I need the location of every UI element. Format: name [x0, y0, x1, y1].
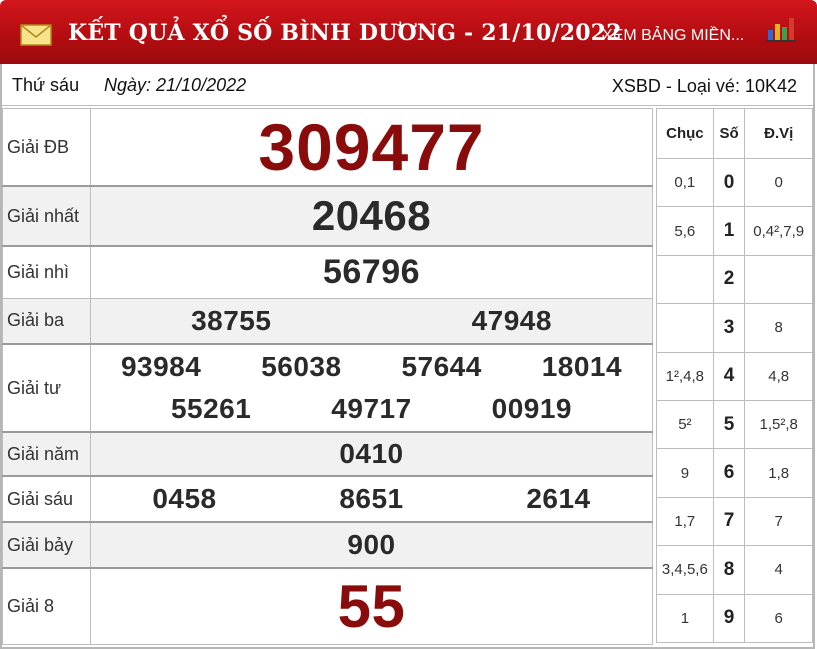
draw-date: Ngày: 21/10/2022: [104, 75, 247, 95]
loto-header-units: Đ.Vị: [744, 108, 813, 159]
prize-label: Giải ĐB: [2, 108, 91, 187]
loto-tens: 5,6: [656, 206, 714, 256]
prize-number: 900: [347, 529, 396, 560]
prize-number: 20468: [311, 192, 432, 239]
prize-number: 2614: [526, 483, 591, 514]
prize-number: 38755: [191, 304, 272, 336]
prize-number: 8651: [339, 483, 404, 514]
loto-row: 1²,4,8 4 4,8: [656, 351, 813, 401]
loto-tens: 9: [656, 448, 714, 498]
loto-table: Chục Số Đ.Vị 0,1 0 0 5,6 1 0,4²,7,9 2 38 1²,…: [656, 108, 813, 643]
loto-tens: [656, 254, 714, 305]
prize-number: 56038: [261, 351, 342, 382]
mail-icon: [20, 24, 52, 46]
loto-units: [744, 254, 813, 305]
loto-digit: 6: [723, 462, 735, 484]
prize-table: Giải ĐB 309477 Giải nhất 20468 Giải nhì …: [2, 108, 653, 645]
loto-row: 1,7 7 7: [656, 496, 813, 547]
loto-row: 38: [656, 303, 813, 353]
loto-header-tens: Chục: [656, 108, 714, 159]
prize-number: 00919: [491, 393, 572, 424]
loto-tens: 1²,4,8: [656, 351, 714, 401]
loto-units: 4: [744, 545, 813, 595]
loto-digit: 3: [723, 316, 735, 338]
loto-row: 2: [656, 254, 813, 305]
loto-tens: 0,1: [656, 157, 714, 208]
loto-units: 7: [744, 496, 813, 547]
loto-tens: 1: [656, 593, 714, 643]
prize-row-fifth: Giải năm 0410: [2, 431, 653, 477]
loto-header-row: Chục Số Đ.Vị: [656, 108, 813, 159]
loto-units: 0: [744, 157, 813, 208]
loto-units: 4,8: [744, 351, 813, 401]
prize-label: Giải nhất: [2, 185, 91, 247]
loto-header-digit: Số: [712, 108, 746, 159]
prize-row-special: Giải ĐB 309477: [2, 108, 653, 187]
loto-digit: 7: [723, 510, 735, 532]
draw-info-bar: Thứ sáu Ngày: 21/10/2022 XSBD - Loại vé:…: [2, 66, 813, 106]
loto-row: 196: [656, 593, 813, 643]
prize-number: 55261: [170, 393, 252, 424]
prize-row-seventh: Giải bảy 900: [2, 521, 653, 569]
bar-chart-icon[interactable]: [766, 14, 796, 42]
loto-tens: [656, 303, 714, 353]
prize-row-sixth: Giải sáu 0458 8651 2614: [2, 475, 653, 523]
prize-row-fourth: Giải tư 93984 56038 57644 18014 55261 49…: [2, 343, 653, 433]
loto-digit: 9: [723, 607, 735, 629]
loto-tens: 5²: [656, 399, 714, 450]
loto-digit: 8: [723, 558, 735, 580]
results-header: KẾT QUẢ XỔ SỐ BÌNH DƯƠNG - 21/10/2022 XE…: [0, 0, 817, 64]
prize-row-eighth: Giải 8 55: [2, 567, 653, 645]
regional-table-link[interactable]: XEM BẢNG MIỀN...: [602, 27, 744, 45]
prize-number: 47948: [471, 304, 552, 336]
prize-number: 56796: [322, 252, 421, 291]
prize-label: Giải nhì: [2, 245, 91, 299]
loto-units: 8: [744, 303, 813, 353]
loto-row: 0,1 0 0: [656, 157, 813, 208]
loto-row: 9 6 1,8: [656, 448, 813, 498]
prize-label: Giải năm: [2, 431, 91, 477]
prize-label: Giải sáu: [2, 475, 91, 523]
prize-number: 18014: [541, 351, 623, 382]
loto-digit: 2: [723, 268, 735, 290]
page-title: KẾT QUẢ XỔ SỐ BÌNH DƯƠNG - 21/10/2022: [68, 20, 622, 46]
loto-row: 3,4,5,6 8 4: [656, 545, 813, 595]
prize-row-first: Giải nhất 20468: [2, 185, 653, 247]
loto-row: 5,6 1 0,4²,7,9: [656, 206, 813, 256]
prize-number: 49717: [331, 393, 412, 424]
prize-number: 0458: [152, 483, 217, 514]
special-prize-number: 309477: [258, 110, 485, 184]
prize-number: 0410: [339, 438, 404, 469]
loto-units: 1,5²,8: [744, 399, 813, 450]
prize-number: 93984: [120, 351, 202, 382]
ticket-code: XSBD - Loại vé: 10K42: [611, 76, 797, 96]
loto-digit: 5: [723, 413, 735, 435]
prize-row-third: Giải ba 38755 47948: [2, 297, 653, 345]
prize-number: 57644: [401, 351, 482, 382]
loto-digit: 0: [723, 171, 735, 193]
loto-units: 0,4²,7,9: [744, 206, 813, 256]
prize-label: Giải tư: [2, 343, 91, 433]
loto-units: 6: [744, 593, 813, 643]
prize-label: Giải ba: [2, 297, 91, 345]
prize-label: Giải 8: [2, 567, 91, 645]
weekday: Thứ sáu: [12, 75, 80, 95]
prize-row-second: Giải nhì 56796: [2, 245, 653, 299]
eighth-prize-number: 55: [337, 572, 406, 640]
loto-units: 1,8: [744, 448, 813, 498]
loto-tens: 3,4,5,6: [656, 545, 714, 595]
loto-tens: 1,7: [656, 496, 714, 547]
prize-label: Giải bảy: [2, 521, 91, 569]
loto-row: 5² 5 1,5²,8: [656, 399, 813, 450]
loto-digit: 4: [723, 365, 735, 387]
loto-digit: 1: [723, 220, 735, 242]
